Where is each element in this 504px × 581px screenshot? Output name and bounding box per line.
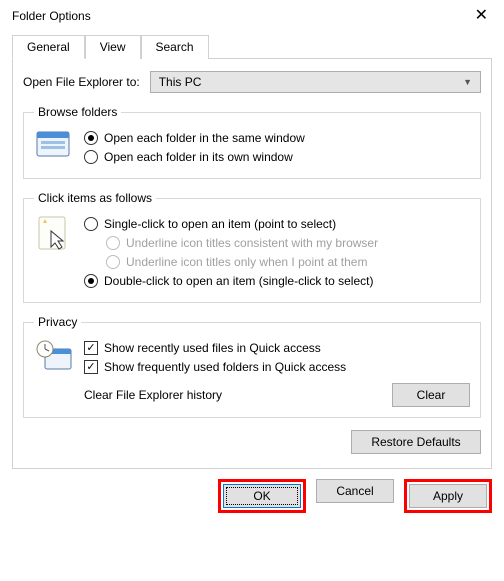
radio-same-window[interactable]: Open each folder in the same window [84,130,470,146]
open-explorer-dropdown[interactable]: This PC ▼ [150,71,481,93]
radio-underline-point: Underline icon titles only when I point … [106,254,470,270]
radio-icon [84,150,98,164]
radio-underline-browser: Underline icon titles consistent with my… [106,235,470,251]
dialog-button-bar: OK Cancel Apply [0,469,504,525]
folder-window-icon [34,127,74,168]
apply-button[interactable]: Apply [409,484,487,508]
ok-highlight: OK [218,479,306,513]
clear-button[interactable]: Clear [392,383,470,407]
window-title: Folder Options [12,9,91,23]
tab-row: General View Search [12,34,492,58]
click-items-group: Click items as follows Single-click to o… [23,191,481,303]
radio-icon [106,236,120,250]
titlebar: Folder Options ✕ [0,0,504,30]
open-explorer-value: This PC [159,75,202,89]
open-explorer-row: Open File Explorer to: This PC ▼ [23,71,481,93]
radio-single-click[interactable]: Single-click to open an item (point to s… [84,216,470,232]
close-icon[interactable]: ✕ [471,8,492,24]
cancel-button[interactable]: Cancel [316,479,394,503]
clear-history-label: Clear File Explorer history [84,388,222,402]
checkbox-icon [84,360,98,374]
radio-double-click[interactable]: Double-click to open an item (single-cli… [84,273,470,289]
radio-icon [84,131,98,145]
browse-folders-legend: Browse folders [34,105,121,119]
checkbox-recent-files[interactable]: Show recently used files in Quick access [84,340,470,356]
browse-folders-group: Browse folders Open each folder in the s… [23,105,481,179]
chevron-down-icon: ▼ [463,77,472,87]
cursor-click-icon [34,213,74,292]
restore-row: Restore Defaults [23,430,481,454]
radio-icon [106,255,120,269]
radio-icon [84,217,98,231]
dialog-content: General View Search Open File Explorer t… [0,30,504,469]
tab-panel-general: Open File Explorer to: This PC ▼ Browse … [12,58,492,469]
ok-button[interactable]: OK [223,484,301,508]
tab-view[interactable]: View [85,35,141,59]
tab-search[interactable]: Search [141,35,209,59]
checkbox-frequent-folders[interactable]: Show frequently used folders in Quick ac… [84,359,470,375]
restore-defaults-button[interactable]: Restore Defaults [351,430,481,454]
privacy-group: Privacy Show recently used files in Quic… [23,315,481,418]
apply-highlight: Apply [404,479,492,513]
radio-own-window[interactable]: Open each folder in its own window [84,149,470,165]
click-items-legend: Click items as follows [34,191,156,205]
checkbox-icon [84,341,98,355]
open-explorer-label: Open File Explorer to: [23,75,140,89]
radio-icon [84,274,98,288]
privacy-legend: Privacy [34,315,81,329]
tab-general[interactable]: General [12,35,85,59]
privacy-history-icon [34,337,74,407]
